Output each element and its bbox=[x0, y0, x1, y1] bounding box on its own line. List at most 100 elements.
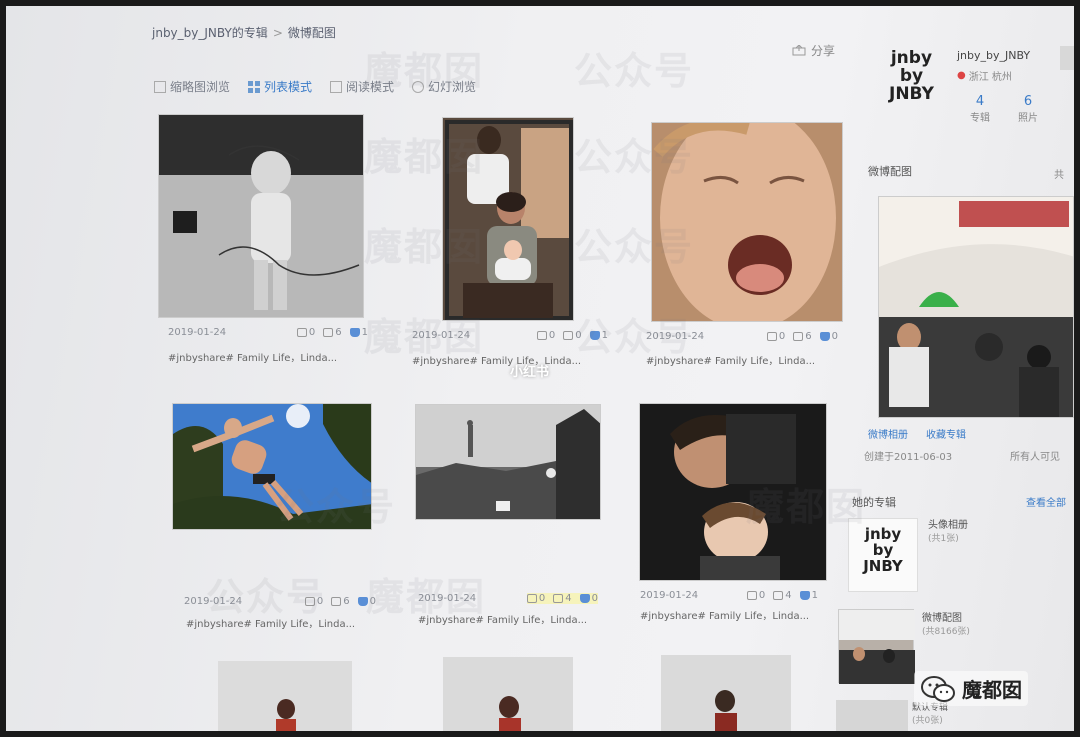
comment-icon bbox=[793, 332, 804, 341]
like-count[interactable]: 0 bbox=[819, 331, 838, 342]
repost-value: 0 bbox=[316, 596, 324, 607]
photo-thumbnail[interactable] bbox=[158, 114, 364, 318]
albums-stat[interactable]: 4 专辑 bbox=[970, 94, 990, 124]
album-section-title: 微博配图 bbox=[868, 165, 912, 178]
like-icon bbox=[589, 331, 600, 340]
like-value: 0 bbox=[591, 593, 598, 604]
like-count[interactable]: 0 bbox=[357, 596, 376, 607]
comment-count[interactable]: 6 bbox=[793, 331, 812, 342]
like-value: 0 bbox=[831, 331, 838, 342]
repost-count[interactable]: 0 bbox=[536, 330, 555, 341]
repost-count[interactable]: 0 bbox=[766, 331, 785, 342]
rooftop-scene-image bbox=[416, 405, 600, 519]
photo-thumbnail[interactable] bbox=[218, 661, 352, 731]
comment-icon bbox=[323, 328, 334, 337]
comment-count[interactable]: 4 bbox=[553, 593, 572, 604]
album-item-count: (共1张) bbox=[928, 534, 959, 544]
like-icon bbox=[357, 597, 368, 606]
view-mode-label: 缩略图浏览 bbox=[170, 80, 231, 94]
profile-name[interactable]: jnby_by_JNBY bbox=[957, 49, 1030, 62]
album-item-count: (共0张) bbox=[912, 716, 943, 726]
albums-label: 专辑 bbox=[970, 113, 990, 124]
comment-count[interactable]: 0 bbox=[563, 330, 582, 341]
like-count[interactable]: 0 bbox=[579, 593, 598, 604]
photo-caption[interactable]: #jnbyshare# Family Life，Linda... bbox=[418, 611, 587, 626]
comment-value: 6 bbox=[343, 596, 350, 607]
watermark: 公众号 bbox=[206, 575, 327, 619]
view-mode-reading[interactable]: 阅读模式 bbox=[330, 78, 394, 95]
photo-date: 2019-01-24 bbox=[412, 330, 471, 341]
comment-count[interactable]: 6 bbox=[331, 596, 350, 607]
wechat-brand-overlay: 魔都囡 bbox=[914, 671, 1028, 706]
repost-count[interactable]: 0 bbox=[304, 596, 324, 607]
like-icon bbox=[819, 332, 830, 341]
comment-icon bbox=[563, 331, 574, 340]
album-visibility: 所有人可见 bbox=[1010, 452, 1060, 463]
view-all-link[interactable]: 查看全部 bbox=[1026, 494, 1066, 509]
album-item[interactable]: 微博配图 (共8166张) bbox=[922, 609, 970, 637]
like-icon bbox=[579, 594, 590, 603]
view-mode-slideshow[interactable]: 幻灯浏览 bbox=[412, 78, 476, 95]
album-cover[interactable] bbox=[878, 196, 1074, 418]
photo-thumbnail[interactable] bbox=[442, 117, 574, 321]
album-photo-link[interactable]: 微博相册 bbox=[868, 426, 908, 441]
photo-caption[interactable]: #jnbyshare# Family Life，Linda... bbox=[186, 615, 355, 630]
photo-thumbnail[interactable] bbox=[172, 403, 372, 530]
comment-count[interactable]: 6 bbox=[323, 327, 342, 338]
comment-value: 4 bbox=[785, 590, 792, 601]
comment-value: 0 bbox=[575, 330, 582, 341]
photo-meta: 2019-01-24 0 6 0 bbox=[184, 596, 376, 607]
girl-portrait-image bbox=[499, 696, 521, 731]
repost-value: 0 bbox=[308, 327, 316, 338]
photo-caption[interactable]: #jnbyshare# Family Life，Linda... bbox=[412, 352, 581, 367]
comment-icon bbox=[553, 594, 564, 603]
repost-count[interactable]: 0 bbox=[526, 593, 545, 604]
mall-crowd-image bbox=[879, 197, 1073, 417]
repost-count[interactable]: 0 bbox=[296, 327, 316, 338]
photo-caption[interactable]: #jnbyshare# Family Life，Linda... bbox=[168, 349, 337, 364]
album-cover-avatar[interactable]: jnby by JNBY bbox=[848, 518, 918, 592]
album-item[interactable]: 头像相册 (共1张) bbox=[928, 516, 968, 544]
photo-thumbnail[interactable] bbox=[651, 122, 843, 322]
album-cover-weibo[interactable] bbox=[838, 609, 915, 684]
photo-meta: 2019-01-24 0 4 0 bbox=[418, 593, 598, 604]
slideshow-view-icon bbox=[412, 80, 425, 93]
like-count[interactable]: 1 bbox=[589, 330, 608, 341]
profile-scroll-edge bbox=[1060, 46, 1074, 70]
profile-location: ● 浙江 杭州 bbox=[957, 68, 1012, 83]
father-and-child-image bbox=[640, 404, 826, 580]
collect-album-link[interactable]: 收藏专辑 bbox=[926, 426, 966, 441]
view-mode-label: 幻灯浏览 bbox=[428, 80, 477, 94]
photo-caption[interactable]: #jnbyshare# Family Life，Linda... bbox=[646, 352, 815, 367]
album-total-label: 共 bbox=[1054, 170, 1064, 181]
profile-logo[interactable]: jnby by JNBY bbox=[889, 49, 934, 104]
like-count[interactable]: 1 bbox=[349, 327, 368, 338]
photo-thumbnail[interactable] bbox=[443, 657, 573, 731]
repost-icon bbox=[746, 591, 757, 600]
photo-meta: 2019-01-24 0 6 0 bbox=[646, 331, 838, 342]
her-albums-title: 她的专辑 bbox=[852, 496, 896, 509]
photo-thumbnail[interactable] bbox=[661, 655, 791, 731]
like-value: 1 bbox=[601, 330, 608, 341]
share-button[interactable]: 分享 bbox=[792, 42, 835, 59]
breadcrumb-current: 微博配图 bbox=[287, 26, 336, 40]
comment-count[interactable]: 4 bbox=[773, 590, 792, 601]
man-in-air-image bbox=[173, 404, 371, 529]
photo-caption[interactable]: #jnbyshare# Family Life，Linda... bbox=[640, 607, 809, 622]
view-mode-thumbnail[interactable]: 缩略图浏览 bbox=[154, 78, 230, 95]
photo-thumbnail[interactable] bbox=[415, 404, 601, 520]
photo-date: 2019-01-24 bbox=[646, 331, 705, 342]
album-created: 创建于2011-06-03 bbox=[864, 452, 953, 463]
album-cover-default[interactable] bbox=[836, 700, 908, 731]
breadcrumb-separator: > bbox=[272, 26, 283, 40]
like-count[interactable]: 1 bbox=[799, 590, 818, 601]
photos-stat[interactable]: 6 照片 bbox=[1018, 94, 1038, 124]
view-mode-list[interactable]: 列表模式 bbox=[248, 78, 312, 95]
comment-value: 6 bbox=[805, 331, 812, 342]
photo-thumbnail[interactable] bbox=[639, 403, 827, 581]
location-text: 浙江 杭州 bbox=[968, 72, 1012, 83]
breadcrumb-owner-link[interactable]: jnby_by_JNBY的专辑 bbox=[152, 26, 268, 40]
comment-value: 4 bbox=[565, 593, 572, 604]
location-pin-icon: ● bbox=[957, 70, 966, 81]
repost-count[interactable]: 0 bbox=[746, 590, 765, 601]
